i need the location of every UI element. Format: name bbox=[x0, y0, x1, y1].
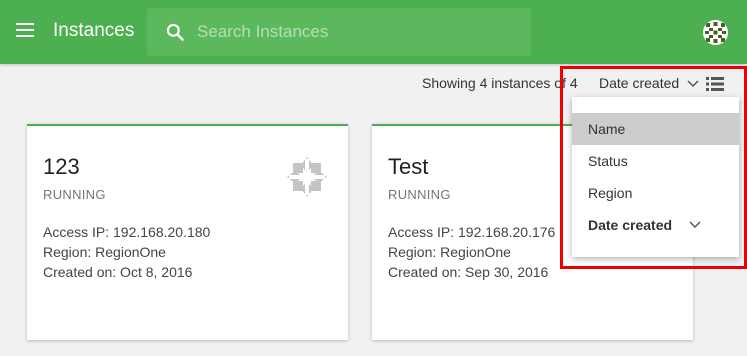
app-bar: Instances bbox=[0, 0, 747, 64]
instance-name: 123 bbox=[43, 154, 80, 179]
instance-status: RUNNING bbox=[43, 187, 106, 202]
sort-option-date-created-label: Date created bbox=[588, 217, 673, 233]
search-icon bbox=[166, 23, 184, 41]
sort-menu: Name Status Region Date created bbox=[572, 97, 739, 257]
instance-name: Test bbox=[388, 154, 429, 179]
instance-access-ip: Access IP: 192.168.20.180 bbox=[43, 224, 211, 240]
sort-option-name[interactable]: Name bbox=[572, 113, 739, 145]
instance-created: Created on: Sep 30, 2016 bbox=[388, 264, 549, 280]
instance-count-text: Showing 4 instances of 4 bbox=[422, 75, 578, 91]
search-bar[interactable] bbox=[147, 8, 531, 56]
sort-option-status[interactable]: Status bbox=[572, 145, 739, 177]
menu-icon[interactable] bbox=[16, 23, 38, 41]
instance-status: RUNNING bbox=[388, 187, 451, 202]
instance-region: Region: RegionOne bbox=[388, 244, 511, 260]
avatar-pattern-icon bbox=[703, 20, 728, 45]
sort-option-region[interactable]: Region bbox=[572, 177, 739, 209]
instance-created: Created on: Oct 8, 2016 bbox=[43, 264, 193, 280]
avatar[interactable] bbox=[703, 20, 728, 45]
instance-card[interactable]: 123 RUNNING Access IP: 192.168.20.180 Re… bbox=[27, 124, 348, 340]
instance-region: Region: RegionOne bbox=[43, 244, 166, 260]
sort-option-date-created[interactable]: Date created bbox=[572, 209, 739, 241]
instance-access-ip: Access IP: 192.168.20.176 bbox=[388, 224, 556, 240]
centos-logo-icon bbox=[287, 157, 327, 197]
page-title: Instances bbox=[53, 20, 135, 41]
chevron-down-icon bbox=[689, 221, 701, 229]
search-input[interactable] bbox=[197, 16, 517, 48]
